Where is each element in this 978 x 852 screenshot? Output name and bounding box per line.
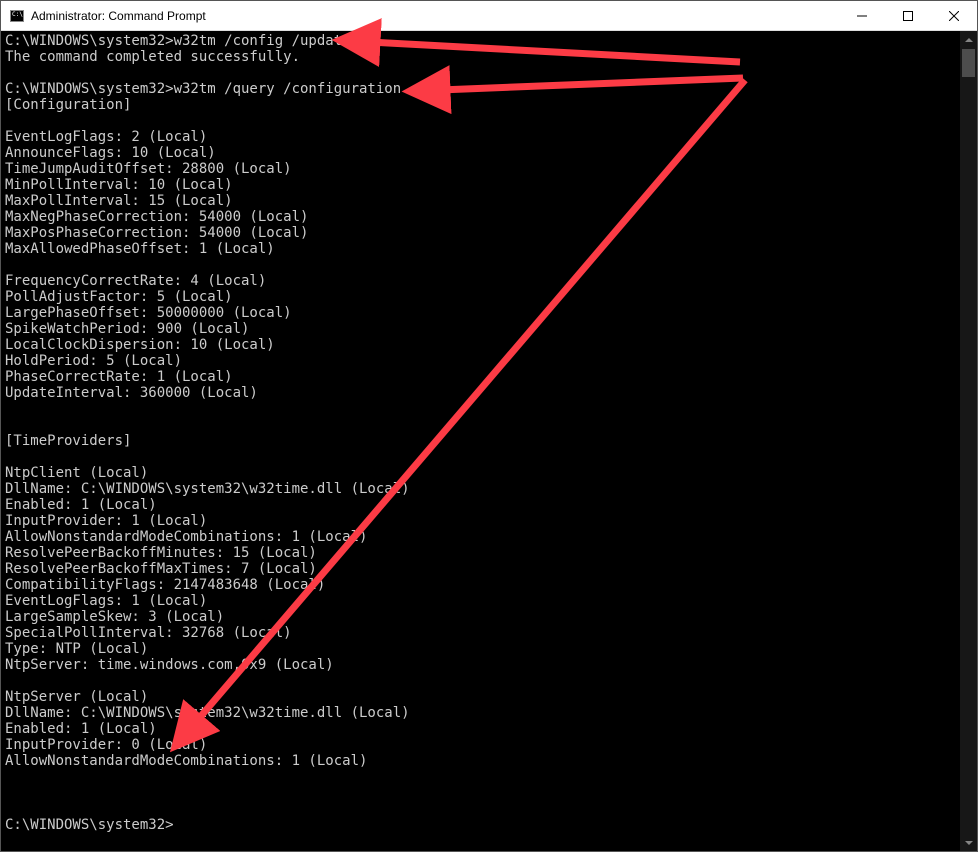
vertical-scrollbar[interactable] (960, 31, 977, 851)
minimize-button[interactable] (839, 1, 885, 30)
scrollbar-up-arrow[interactable] (960, 31, 977, 48)
cmd-icon (9, 8, 25, 24)
terminal-output: C:\WINDOWS\system32>w32tm /config /updat… (1, 31, 960, 851)
scrollbar-thumb[interactable] (962, 49, 975, 77)
close-button[interactable] (931, 1, 977, 30)
window-controls (839, 1, 977, 30)
titlebar[interactable]: Administrator: Command Prompt (1, 1, 977, 31)
terminal-area[interactable]: C:\WINDOWS\system32>w32tm /config /updat… (1, 31, 977, 851)
window-title: Administrator: Command Prompt (31, 9, 839, 23)
scrollbar-down-arrow[interactable] (960, 834, 977, 851)
maximize-button[interactable] (885, 1, 931, 30)
command-prompt-window: Administrator: Command Prompt C:\WINDOWS… (0, 0, 978, 852)
